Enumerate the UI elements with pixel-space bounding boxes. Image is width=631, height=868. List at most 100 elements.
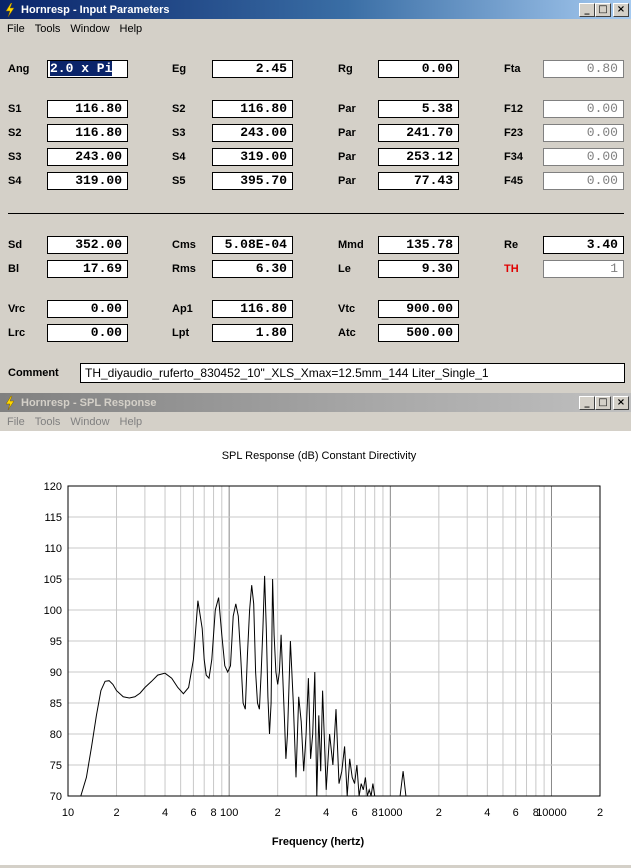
param-label-rg: Rg [338,63,353,75]
y-tick-label: 105 [44,574,62,586]
param-label-f45: F45 [504,175,523,187]
y-tick-label: 110 [44,543,62,555]
param-field-s4[interactable]: 319.00 [47,172,128,190]
param-field-f45[interactable]: 0.00 [543,172,624,190]
param-label-re: Re [504,239,519,251]
window-title: Hornresp - SPL Response [21,396,157,409]
menu-bar: File Tools Window Help [0,412,631,431]
close-button[interactable]: × [613,2,629,17]
param-label-ang: Ang [8,63,30,75]
param-field-vrc[interactable]: 0.00 [47,300,128,318]
param-label-s2: S2 [172,103,186,115]
param-label-par: Par [338,175,356,187]
y-tick-label: 95 [50,636,62,648]
param-field-sd[interactable]: 352.00 [47,236,128,254]
param-field-ap1[interactable]: 116.80 [212,300,293,318]
param-field-th[interactable]: 1 [543,260,624,278]
param-label-sd: Sd [8,239,23,251]
x-tick-label: 10 [62,807,74,819]
menu-tools[interactable]: Tools [30,23,66,35]
param-field-cms[interactable]: 5.08E-04 [212,236,293,254]
x-tick-label: 2 [597,807,603,819]
maximize-button[interactable]: □ [595,395,611,410]
chart-title: SPL Response (dB) Constant Directivity [222,450,417,462]
x-tick-label: 6 [513,807,519,819]
y-tick-label: 75 [50,760,62,772]
x-tick-label: 6 [190,807,196,819]
menu-window[interactable]: Window [65,23,114,35]
param-field-s5[interactable]: 395.70 [212,172,293,190]
comment-field[interactable]: TH_diyaudio_ruferto_830452_10"_XLS_Xmax=… [80,363,625,383]
param-label-cms: Cms [172,239,196,251]
param-label-f34: F34 [504,151,523,163]
param-field-fta[interactable]: 0.80 [543,60,624,78]
minimize-button[interactable]: _ [579,395,595,410]
param-field-atc[interactable]: 500.00 [378,324,459,342]
param-field-ang[interactable]: 2.0 x Pi [47,60,128,78]
param-field-rms[interactable]: 6.30 [212,260,293,278]
close-button[interactable]: × [613,395,629,410]
param-label-vtc: Vtc [338,303,356,315]
menu-tools[interactable]: Tools [30,416,66,428]
param-label-par: Par [338,103,356,115]
param-field-eg[interactable]: 2.45 [212,60,293,78]
param-label-s3: S3 [8,151,22,163]
y-tick-label: 85 [50,698,62,710]
spl-chart: SPL Response (dB) Constant Directivity 7… [44,450,603,848]
param-field-s3[interactable]: 243.00 [47,148,128,166]
param-field-s2[interactable]: 116.80 [212,100,293,118]
param-field-par[interactable]: 5.38 [378,100,459,118]
param-field-vtc[interactable]: 900.00 [378,300,459,318]
param-label-le: Le [338,263,351,275]
param-field-f12[interactable]: 0.00 [543,100,624,118]
param-label-mmd: Mmd [338,239,364,251]
param-field-rg[interactable]: 0.00 [378,60,459,78]
y-tick-label: 100 [44,605,62,617]
param-field-s4[interactable]: 319.00 [212,148,293,166]
y-tick-label: 90 [50,667,62,679]
param-field-lrc[interactable]: 0.00 [47,324,128,342]
param-value-selected: 2.0 x Pi [50,61,113,76]
spl-response-titlebar[interactable]: Hornresp - SPL Response _ □ × [0,393,631,412]
param-field-s2[interactable]: 116.80 [47,124,128,142]
menu-help[interactable]: Help [115,23,148,35]
param-label-par: Par [338,151,356,163]
menu-bar: File Tools Window Help [0,19,631,38]
param-label-lpt: Lpt [172,327,190,339]
x-tick-label: 2 [275,807,281,819]
input-parameters-window: Hornresp - Input Parameters _ □ × File T… [0,0,631,390]
menu-file[interactable]: File [2,23,30,35]
menu-file[interactable]: File [2,416,30,428]
param-label-s4: S4 [172,151,186,163]
minimize-button[interactable]: _ [579,2,595,17]
maximize-button[interactable]: □ [595,2,611,17]
x-tick-label: 100 [220,807,238,819]
param-label-eg: Eg [172,63,187,75]
spl-series-line [80,575,414,797]
menu-window[interactable]: Window [65,416,114,428]
param-label-s3: S3 [172,127,186,139]
param-field-s3[interactable]: 243.00 [212,124,293,142]
param-field-f23[interactable]: 0.00 [543,124,624,142]
param-label-s4: S4 [8,175,22,187]
param-label-rms: Rms [172,263,196,275]
param-field-f34[interactable]: 0.00 [543,148,624,166]
param-field-mmd[interactable]: 135.78 [378,236,459,254]
y-tick-label: 115 [44,512,62,524]
param-field-s1[interactable]: 116.80 [47,100,128,118]
param-field-par[interactable]: 241.70 [378,124,459,142]
param-field-par[interactable]: 253.12 [378,148,459,166]
param-field-lpt[interactable]: 1.80 [212,324,293,342]
x-tick-label: 10000 [536,807,567,819]
param-field-par[interactable]: 77.43 [378,172,459,190]
y-tick-label: 120 [44,481,62,493]
param-field-re[interactable]: 3.40 [543,236,624,254]
input-parameters-titlebar[interactable]: Hornresp - Input Parameters _ □ × [0,0,631,19]
x-tick-label: 1000 [378,807,402,819]
param-field-le[interactable]: 9.30 [378,260,459,278]
x-tick-label: 8 [372,807,378,819]
param-label-fta: Fta [504,63,521,75]
param-field-bl[interactable]: 17.69 [47,260,128,278]
param-label-f23: F23 [504,127,523,139]
menu-help[interactable]: Help [115,416,148,428]
